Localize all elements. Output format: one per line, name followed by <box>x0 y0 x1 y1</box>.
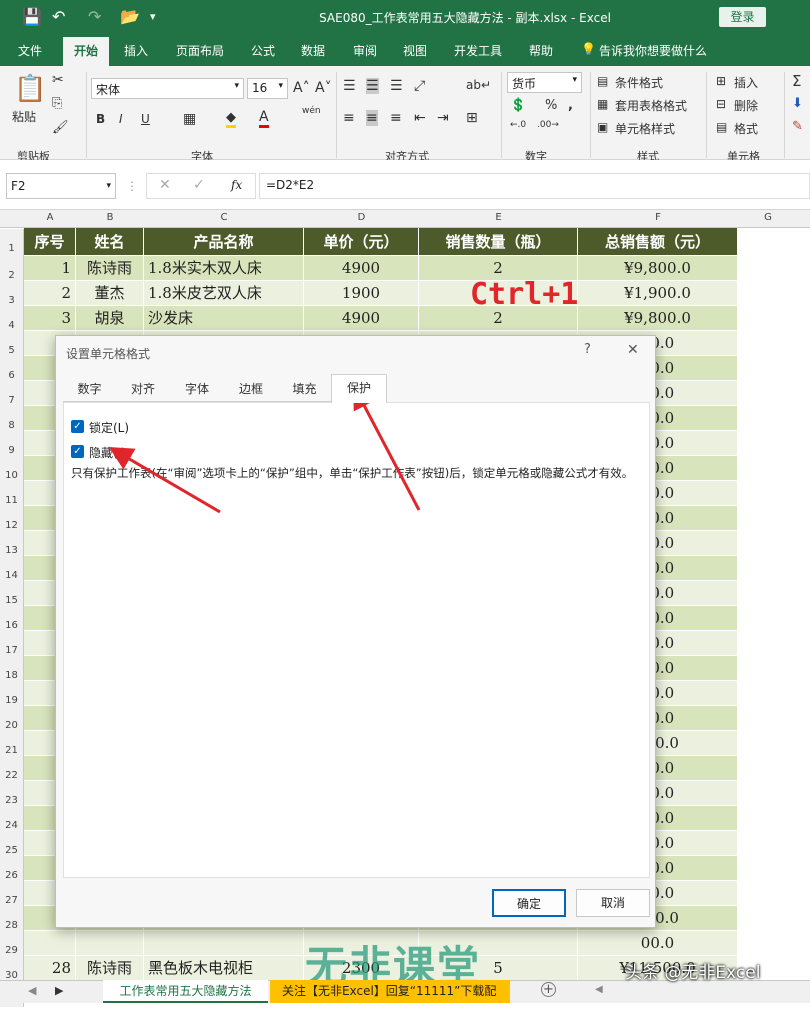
scroll-left-icon[interactable]: ◀ <box>595 984 603 995</box>
sheet-tab-active[interactable]: 工作表常用五大隐藏方法 <box>103 980 268 1003</box>
credit-text: 头条 @无非Excel <box>625 963 761 983</box>
dialog-tab-protection[interactable]: 保护 <box>331 374 387 403</box>
prev-sheet-icon[interactable]: ◀ <box>28 984 36 997</box>
next-sheet-icon[interactable]: ▶ <box>55 984 63 997</box>
sheet-tab-2[interactable]: 关注【无非Excel】回复“11111”下载配 <box>270 980 510 1003</box>
arrow-to-protection-tab <box>353 384 421 511</box>
sheet-tab-bar: ◀ ▶ 工作表常用五大隐藏方法 关注【无非Excel】回复“11111”下载配 … <box>0 980 810 1003</box>
annotation-arrows <box>108 384 421 514</box>
arrow-to-hide-checkbox <box>108 446 221 514</box>
add-sheet-button[interactable]: + <box>541 982 556 997</box>
